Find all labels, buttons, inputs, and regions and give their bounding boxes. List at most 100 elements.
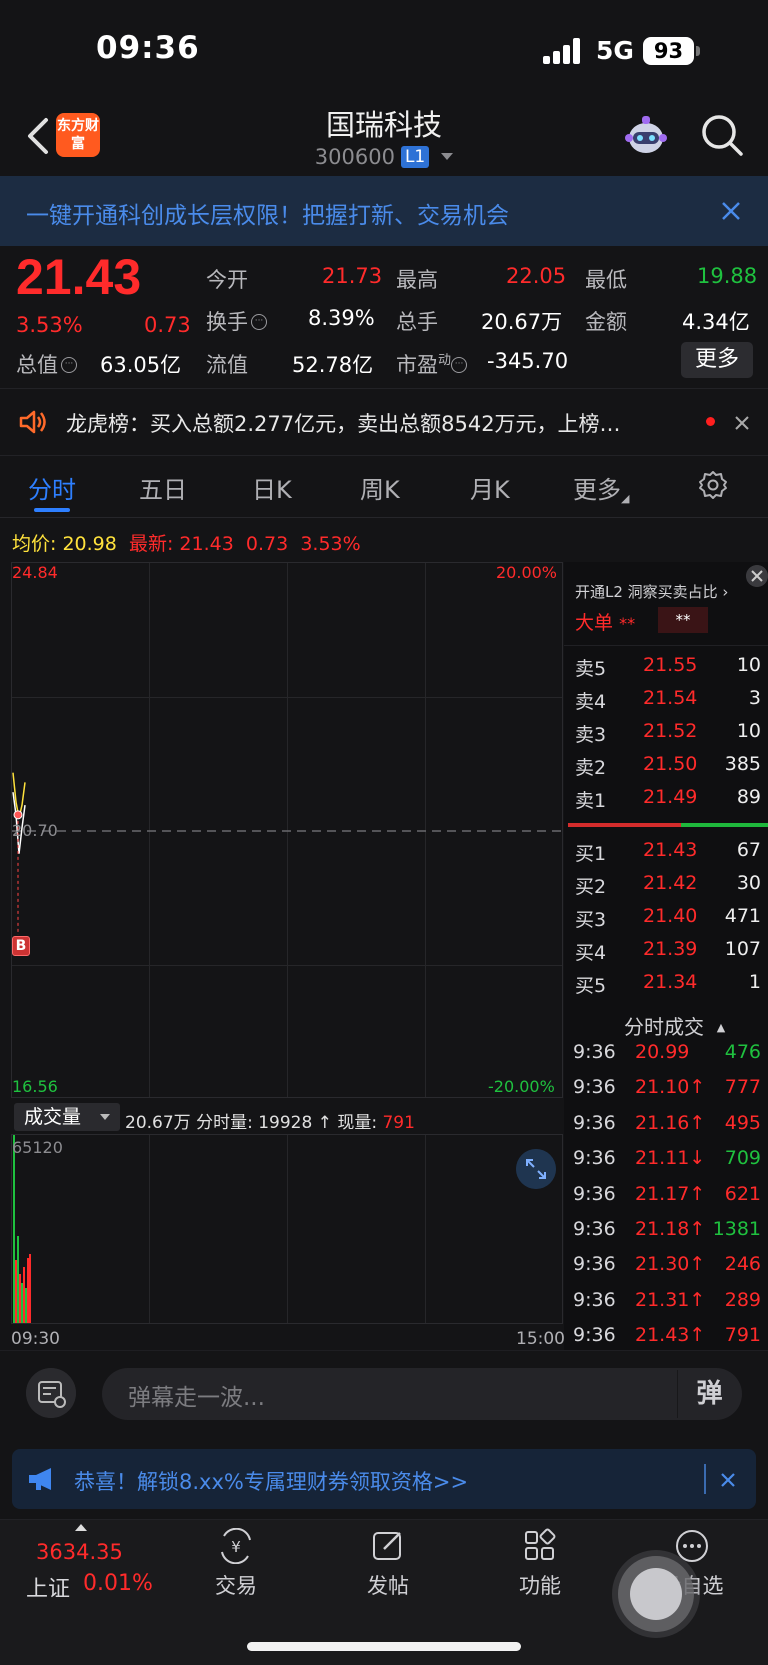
big-order-row: 大单 ** xyxy=(575,612,636,634)
assistive-touch-inner[interactable] xyxy=(630,1568,682,1620)
bid-row[interactable]: 买2 21.42 30 xyxy=(575,872,761,905)
amount-value: 4.34亿 xyxy=(682,310,750,334)
pct-axis-min: -20.00% xyxy=(488,1077,555,1096)
danmu-settings-icon[interactable] xyxy=(26,1368,76,1418)
indicator-select[interactable]: 成交量 xyxy=(14,1103,120,1131)
low-label: 最低 xyxy=(585,268,627,292)
tab-intraday[interactable]: 分时 xyxy=(28,470,76,505)
tab-daily-k[interactable]: 日K xyxy=(252,470,292,505)
chevron-down-icon xyxy=(441,153,454,160)
open-label: 今开 xyxy=(206,268,248,292)
high-value: 22.05 xyxy=(506,264,567,288)
ask-row[interactable]: 卖5 21.55 10 xyxy=(575,654,761,687)
index-change[interactable]: 0.01% xyxy=(83,1571,153,1596)
more-button[interactable]: 更多 xyxy=(681,342,753,378)
danmu-send-button[interactable]: 弹 xyxy=(677,1370,741,1418)
volume-value: 20.67万 xyxy=(481,310,563,334)
divider xyxy=(0,1350,768,1351)
index-name[interactable]: 上证 xyxy=(26,1571,70,1603)
volume-bar xyxy=(29,1253,31,1323)
volume-chart[interactable] xyxy=(11,1134,563,1324)
tab-weekly-k[interactable]: 周K xyxy=(360,470,400,505)
chevron-down-icon xyxy=(100,1114,110,1120)
volume-label: 总手 xyxy=(396,310,438,334)
divider xyxy=(704,1464,706,1494)
robot-assistant-icon[interactable] xyxy=(623,114,669,158)
speaker-icon xyxy=(19,410,46,434)
bid-row[interactable]: 买3 21.40 471 xyxy=(575,905,761,938)
dropdown-corner-icon: ◢ xyxy=(621,492,630,505)
close-icon[interactable] xyxy=(720,200,742,222)
divider xyxy=(564,645,768,646)
pe-label[interactable]: 市盈动 ··· xyxy=(396,349,468,379)
home-indicator[interactable] xyxy=(247,1642,521,1651)
y-axis-min: 16.56 xyxy=(12,1077,58,1096)
tab-monthly-k[interactable]: 月K xyxy=(470,470,510,505)
tab-five-day[interactable]: 五日 xyxy=(139,470,187,505)
news-ticker[interactable]: 龙虎榜：买入总额2.277亿元，卖出总额8542万元，上榜… xyxy=(66,408,686,438)
trade-yen-icon: ¥ xyxy=(221,1528,251,1564)
pe-value: -345.70 xyxy=(487,349,569,373)
level-badge: L1 xyxy=(400,146,430,168)
l2-upgrade-link[interactable]: 开通L2 洞察买卖占比 › xyxy=(575,581,728,602)
buy-ratio-bar xyxy=(568,823,681,827)
nav-post[interactable]: 发帖 xyxy=(343,1528,433,1600)
total-mv-label[interactable]: 总值 ··· xyxy=(16,349,77,379)
info-icon: ··· xyxy=(451,357,468,373)
megaphone-icon xyxy=(29,1468,51,1490)
float-mv-label: 流值 xyxy=(206,353,248,377)
ask-row[interactable]: 卖3 21.52 10 xyxy=(575,720,761,753)
tab-more[interactable]: 更多◢ xyxy=(573,470,629,505)
bid-row[interactable]: 买1 21.43 67 xyxy=(575,839,761,872)
ask-row[interactable]: 卖4 21.54 3 xyxy=(575,687,761,720)
danmu-placeholder[interactable]: 弹幕走一波... xyxy=(128,1378,265,1412)
close-icon[interactable] xyxy=(746,565,768,587)
total-mv-value: 63.05亿 xyxy=(100,353,182,377)
battery-tip xyxy=(696,46,700,56)
time-axis-end: 15:00 xyxy=(516,1329,565,1349)
y-axis-max: 24.84 xyxy=(12,563,58,582)
change-amount: 0.73 xyxy=(144,313,191,337)
pct-axis-max: 20.00% xyxy=(496,563,558,582)
settings-gear-icon[interactable] xyxy=(698,470,728,500)
more-dots-icon xyxy=(676,1530,708,1562)
bid-row[interactable]: 买4 21.39 107 xyxy=(575,938,761,971)
buy-marker[interactable]: B xyxy=(12,936,30,956)
divider xyxy=(0,388,768,389)
network-label: 5G xyxy=(596,36,634,65)
ask-row[interactable]: 卖2 21.50 385 xyxy=(575,753,761,786)
chart-legend: 均价: 20.98 最新: 21.43 0.73 3.53% xyxy=(12,533,361,555)
status-time: 09:36 xyxy=(96,30,200,66)
price-line-chart xyxy=(12,772,564,935)
nav-trade[interactable]: ¥ 交易 xyxy=(191,1528,281,1600)
close-icon[interactable] xyxy=(734,415,750,431)
intraday-chart[interactable]: B xyxy=(11,562,564,1098)
expand-icon[interactable] xyxy=(516,1149,556,1189)
svg-text:¥: ¥ xyxy=(231,1538,241,1556)
y-axis-mid: 20.70 xyxy=(12,821,58,840)
tick-trades-title[interactable]: 分时成交 ▲ xyxy=(624,1011,725,1040)
search-icon[interactable] xyxy=(700,113,744,157)
sort-up-icon: ▲ xyxy=(716,1021,726,1034)
unread-dot xyxy=(706,417,715,426)
bid-row[interactable]: 买5 21.34 1 xyxy=(575,971,761,1004)
high-label: 最高 xyxy=(396,268,438,292)
stock-code: 300600 xyxy=(314,145,395,169)
float-mv-value: 52.78亿 xyxy=(292,353,374,377)
close-icon[interactable] xyxy=(720,1472,736,1488)
open-value: 21.73 xyxy=(322,264,383,288)
trade-row: 9:36 21.18↑ 1381 xyxy=(573,1218,761,1240)
grid-apps-icon xyxy=(525,1528,556,1560)
volume-bars xyxy=(12,1135,562,1323)
banner-text[interactable]: 一键开通科创成长层权限！把握打新、交易机会 xyxy=(26,196,509,230)
divider xyxy=(0,517,768,518)
promo-text[interactable]: 恭喜！解锁8.xx%专属理财券领取资格>> xyxy=(74,1466,468,1496)
expand-up-icon[interactable] xyxy=(75,1524,87,1531)
info-icon: ··· xyxy=(251,314,267,330)
index-value[interactable]: 3634.35 xyxy=(36,1540,123,1564)
ask-row[interactable]: 卖1 21.49 89 xyxy=(575,786,761,819)
nav-functions[interactable]: 功能 xyxy=(495,1528,585,1600)
turnover-label[interactable]: 换手 ··· xyxy=(206,306,267,336)
trade-row: 9:36 20.99 476 xyxy=(573,1041,761,1063)
sell-ratio-bar xyxy=(681,823,768,827)
